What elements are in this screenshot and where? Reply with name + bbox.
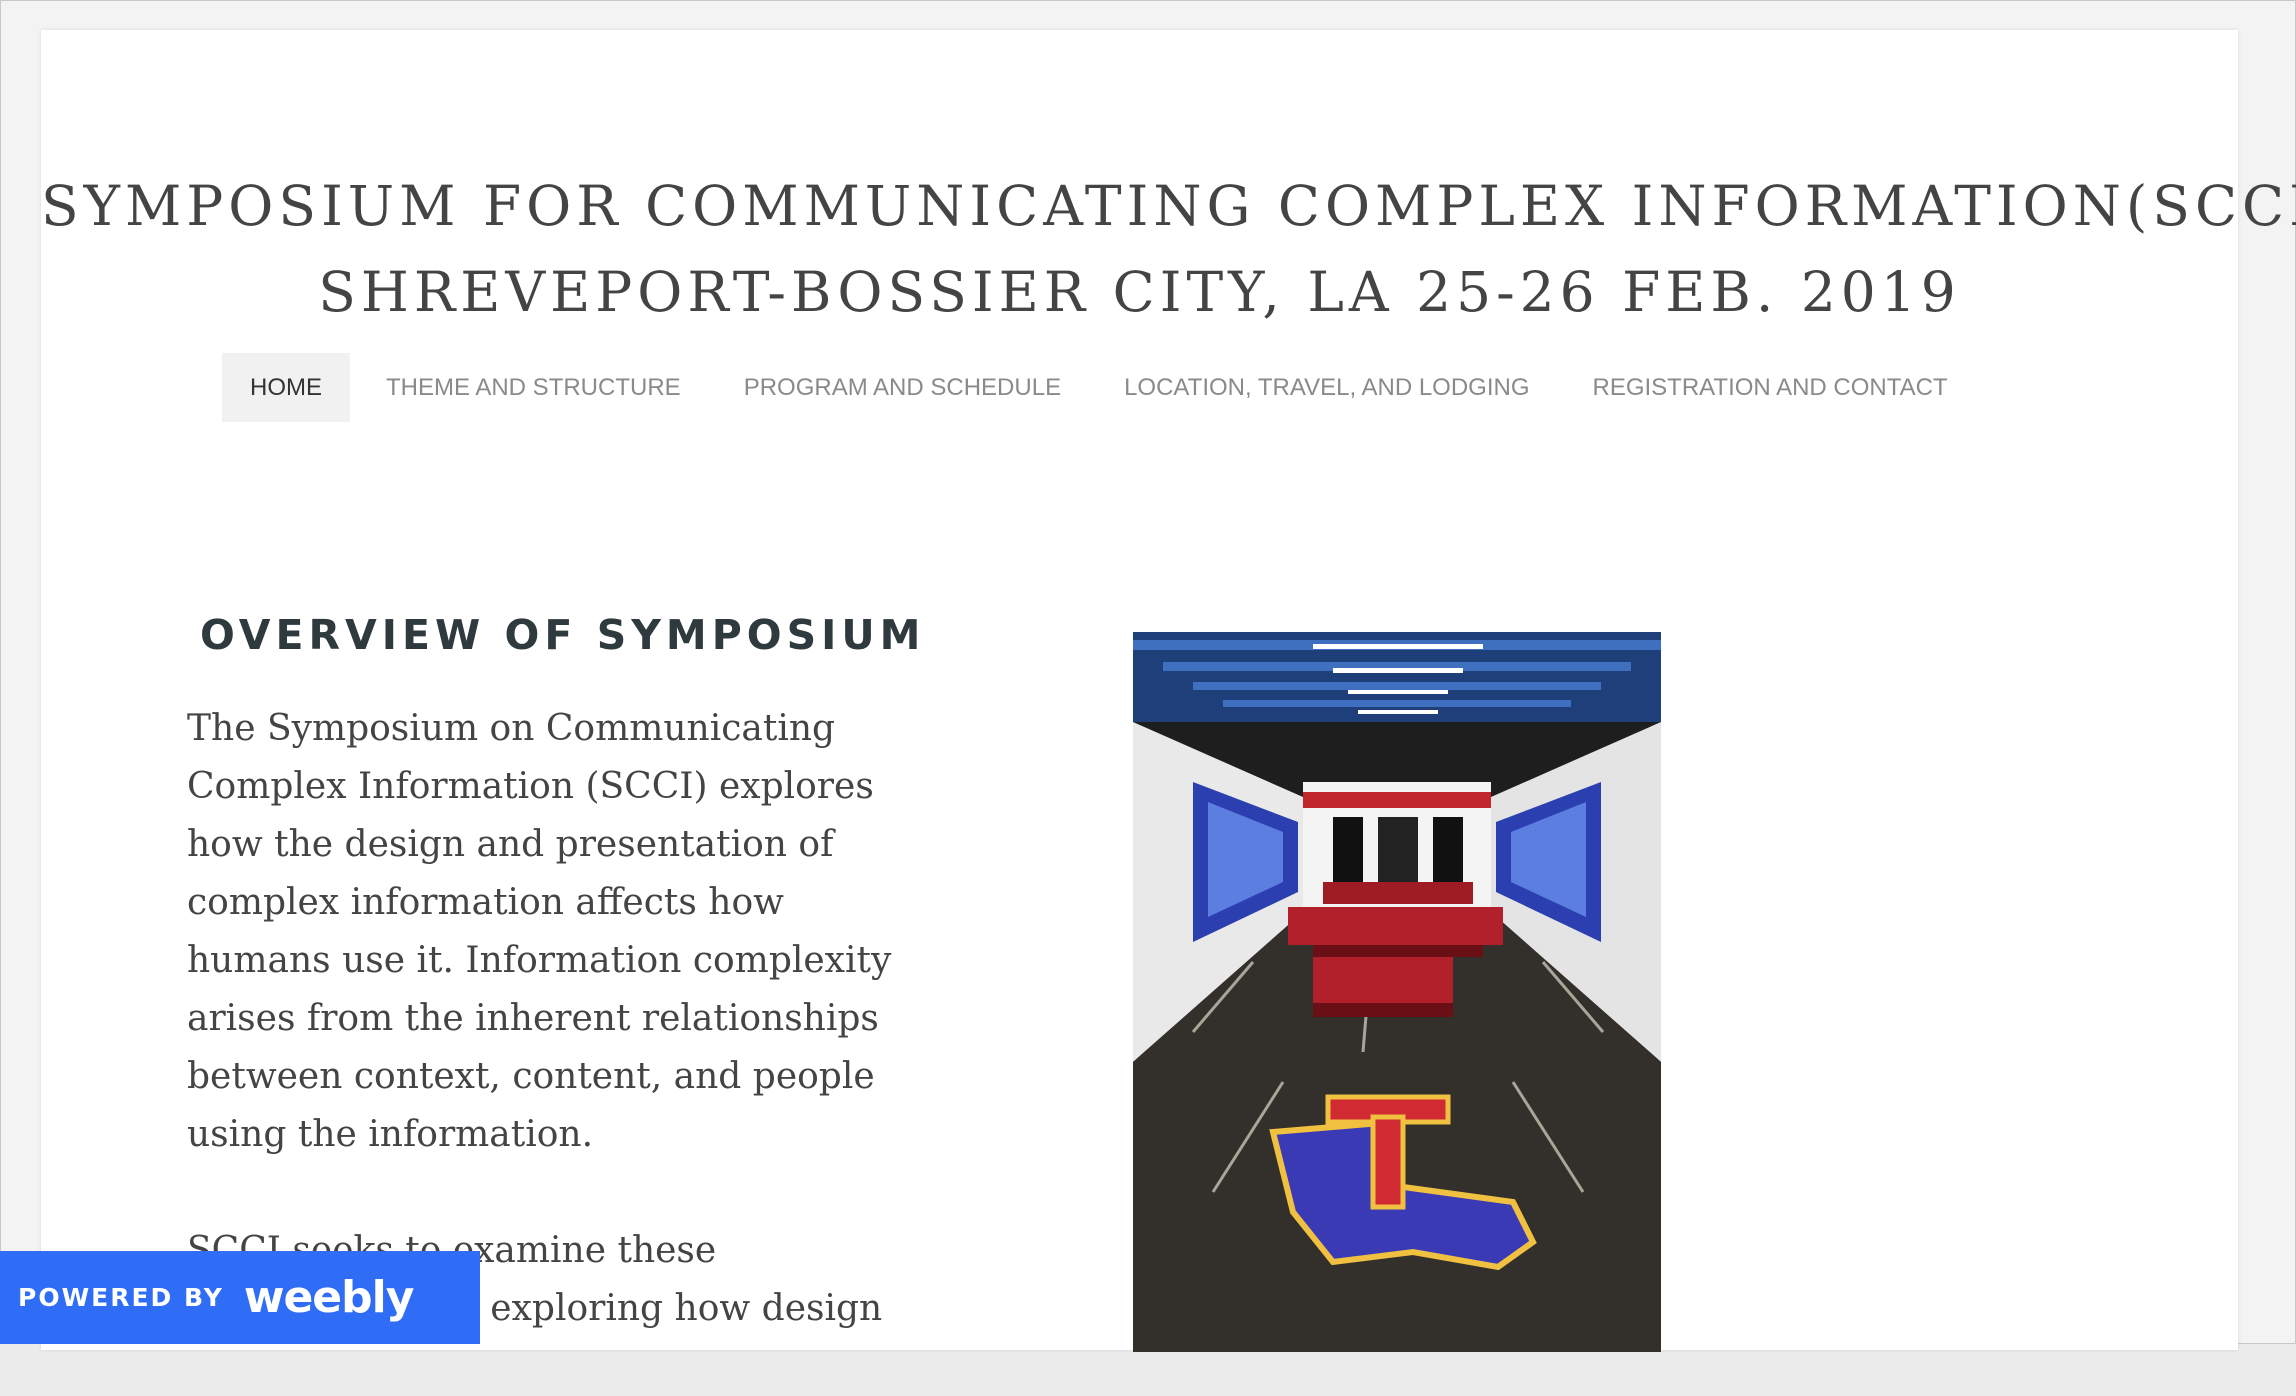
site-title[interactable]: SYMPOSIUM FOR COMMUNICATING COMPLEX INFO…	[41, 163, 2296, 335]
weebly-logo: weebly	[243, 1272, 415, 1323]
nav-item-theme-and-structure[interactable]: THEME AND STRUCTURE	[386, 353, 708, 422]
overview-paragraph-1: The Symposium on Communicating Complex I…	[187, 708, 892, 1155]
main-nav: HOME THEME AND STRUCTURE PROGRAM AND SCH…	[222, 353, 2011, 422]
site-title-line-2: SHREVEPORT-BOSSIER CITY, LA 25-26 FEB. 2…	[318, 260, 1961, 324]
site-title-line-1: SYMPOSIUM FOR COMMUNICATING COMPLEX INFO…	[41, 174, 2296, 238]
weebly-powered-label: POWERED BY	[18, 1283, 224, 1312]
nav-item-program-and-schedule[interactable]: PROGRAM AND SCHEDULE	[744, 353, 1088, 422]
nav-item-home[interactable]: HOME	[222, 353, 350, 422]
lobby-photo-image	[1133, 632, 1661, 1352]
weebly-badge[interactable]: POWERED BY weebly	[0, 1251, 480, 1344]
nav-item-registration-and-contact[interactable]: REGISTRATION AND CONTACT	[1593, 353, 1975, 422]
overview-heading: OVERVIEW OF SYMPOSIUM	[200, 611, 926, 659]
lobby-photo	[1133, 632, 1661, 1352]
nav-item-location-travel-lodging[interactable]: LOCATION, TRAVEL, AND LODGING	[1124, 353, 1556, 422]
